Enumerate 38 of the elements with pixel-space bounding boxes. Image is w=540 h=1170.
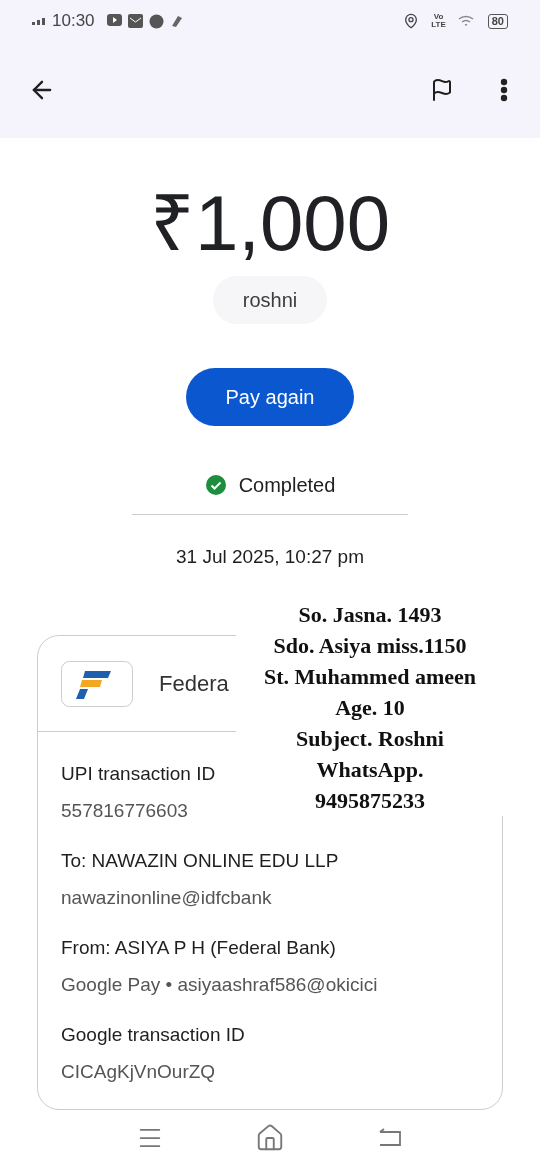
detail-label: UPI transaction ID bbox=[61, 762, 216, 786]
note-line: WhatsApp. bbox=[316, 755, 424, 784]
note-line: St. Muhammed ameen bbox=[263, 662, 476, 691]
detail-value: CICAgKjVnOurZQ bbox=[61, 1059, 216, 1084]
note-line: Sdo. Asiya miss.1150 bbox=[273, 631, 467, 660]
check-circle-icon bbox=[204, 474, 227, 496]
location-icon bbox=[403, 13, 420, 29]
more-vertical-icon bbox=[500, 78, 508, 102]
home-icon bbox=[255, 1123, 285, 1153]
detail-label: To: NAWAZIN ONLINE EDU LLP bbox=[61, 849, 339, 873]
note-line: So. Jasna. 1493 bbox=[298, 600, 442, 629]
signal-icon bbox=[32, 17, 48, 25]
detail-value: 557816776603 bbox=[61, 798, 188, 823]
detail-label: From: ASIYA P H (Federal Bank) bbox=[61, 936, 336, 960]
status-time: 10:30 bbox=[52, 10, 95, 33]
play-icon bbox=[106, 13, 122, 26]
payment-amount: ₹1,000 bbox=[149, 182, 391, 264]
payee-chip: roshni bbox=[212, 276, 328, 324]
battery-indicator: 80 bbox=[487, 13, 508, 29]
detail-value: Google Pay • asiyaashraf586@okicici bbox=[61, 972, 378, 997]
flag-icon bbox=[430, 78, 454, 102]
detail-value: nawazinonline@idfcbank bbox=[61, 885, 272, 910]
note-line: 9495875233 bbox=[315, 786, 425, 815]
home-button[interactable] bbox=[255, 1123, 285, 1153]
pay-again-button[interactable]: Pay again bbox=[186, 368, 354, 426]
note-line: Subject. Roshni bbox=[296, 724, 444, 753]
volte-indicator: Vo LTE bbox=[431, 13, 446, 29]
mail-icon bbox=[127, 13, 143, 28]
payment-date: 31 Jul 2025, 10:27 pm bbox=[176, 545, 364, 569]
note-line: Age. 10 bbox=[335, 693, 405, 722]
bank-name: Federa bbox=[159, 670, 229, 698]
bank-logo-icon bbox=[61, 660, 133, 707]
more-options-button[interactable] bbox=[500, 78, 508, 102]
report-flag-button[interactable] bbox=[430, 78, 454, 102]
wifi-icon bbox=[457, 14, 476, 28]
payment-status: Completed bbox=[238, 473, 336, 498]
detail-label: Google transaction ID bbox=[61, 1023, 245, 1047]
circle-icon bbox=[148, 13, 164, 29]
